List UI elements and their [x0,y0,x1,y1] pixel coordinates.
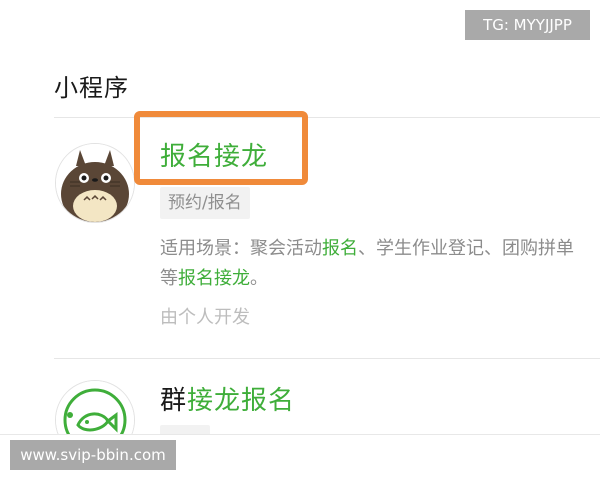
totoro-avatar-icon [56,144,134,222]
desc-suffix: 。 [250,268,268,289]
url-watermark: www.svip-bbin.com [10,440,176,470]
section-title: 小程序 [54,74,129,102]
result-divider [54,358,600,359]
desc-keyword: 报名接龙 [178,268,250,289]
highlight-box [134,111,308,185]
desc-keyword: 报名 [322,238,358,259]
title-keyword: 接龙报名 [187,386,296,416]
result-description: 适用场景：聚会活动报名、学生作业登记、团购拼单等报名接龙。 [160,234,580,294]
desc-prefix: 适用场景：聚会活动 [160,238,322,259]
developer-label: 由个人开发 [160,307,250,328]
title-prefix: 群 [160,386,188,416]
tg-watermark: TG: MYYJJPP [465,10,590,40]
left-margin [0,0,34,434]
miniprogram-avatar-1[interactable] [55,143,135,223]
result-title[interactable]: 群接龙报名 [160,380,295,417]
category-tag: 预约/报名 [160,187,250,219]
